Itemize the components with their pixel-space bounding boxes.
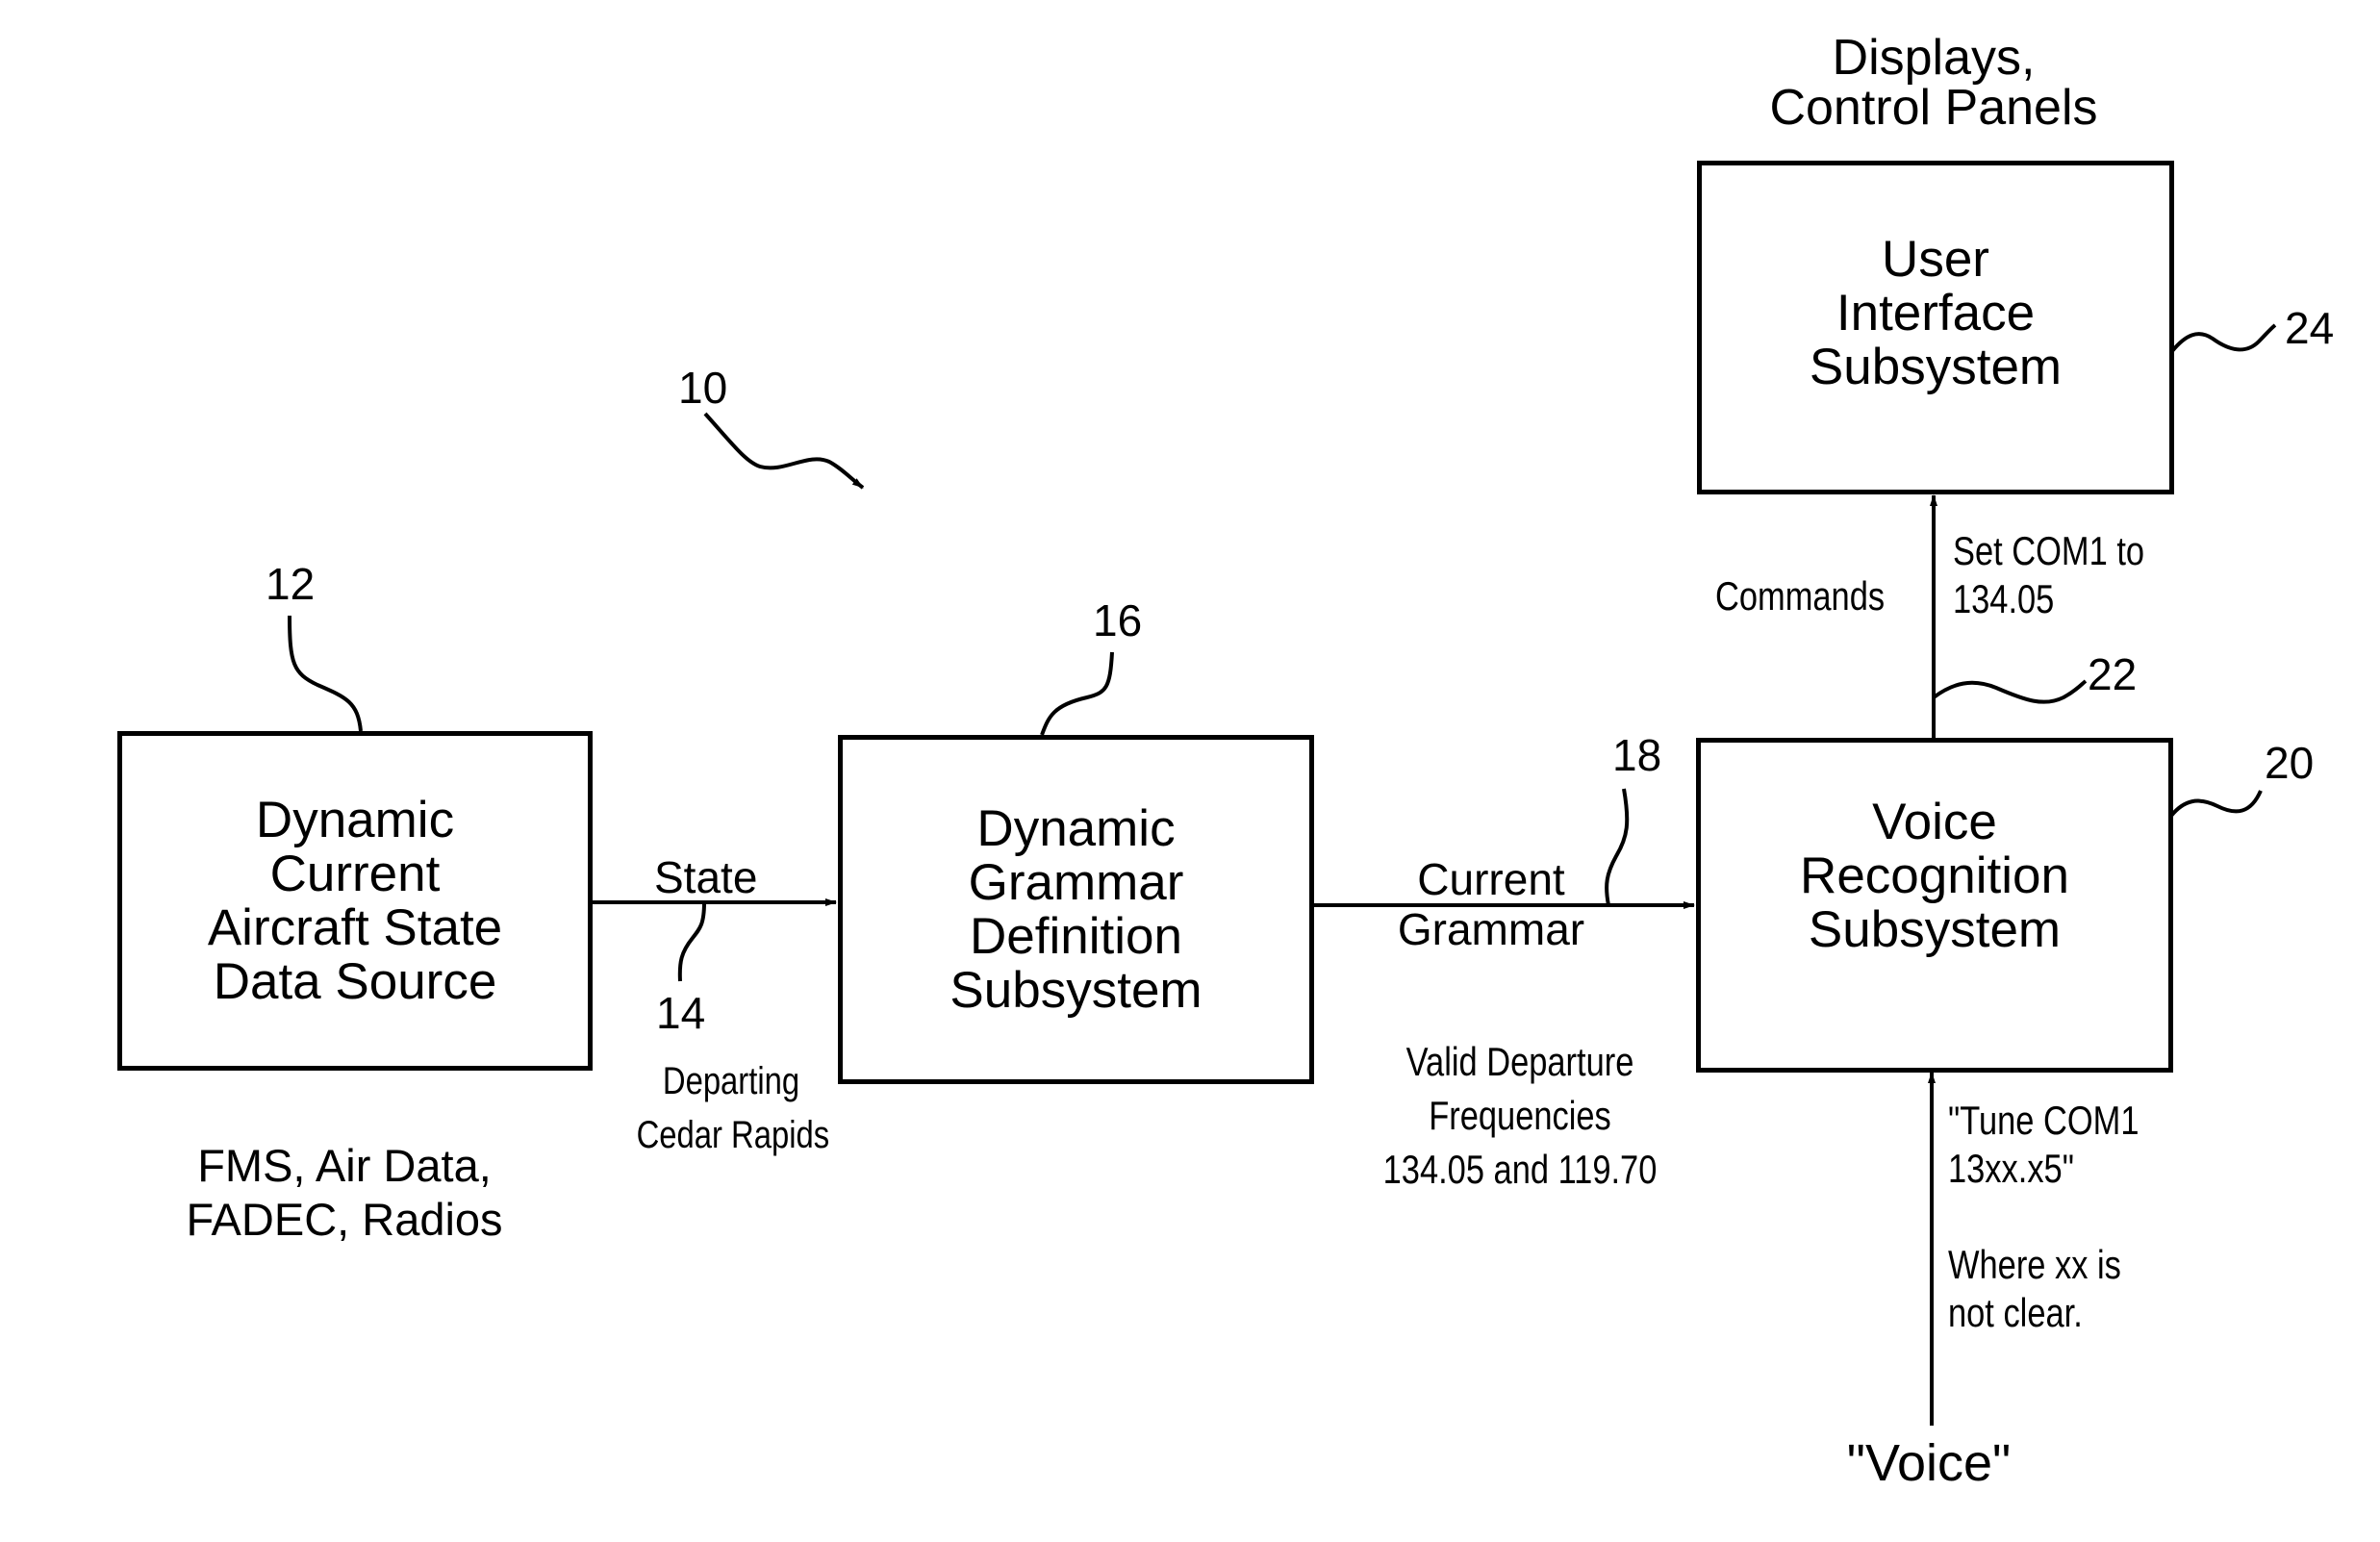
ref-12-leader — [288, 615, 363, 732]
voice-input-note: Where xx is not clear. — [1948, 1241, 2121, 1337]
block-label-line: Subsystem — [1808, 901, 2062, 958]
grammar-link-label: Current Grammar — [1376, 854, 1607, 954]
block-label-line: Dynamic — [255, 791, 455, 848]
system-ref-number: 10 — [678, 363, 728, 413]
state-link-label: State — [654, 852, 758, 902]
ref-16-leader — [1040, 651, 1114, 736]
ui-note-line: Displays, — [1832, 30, 2036, 86]
grammar-definition-block: Dynamic Grammar Definition Subsystem — [838, 735, 1314, 1084]
state-example-line: Departing — [662, 1060, 800, 1102]
commands-example-line: Set COM1 to — [1953, 528, 2145, 573]
grammar-label-line: Grammar — [1397, 904, 1585, 954]
source-note-line: FADEC, Radios — [186, 1194, 503, 1245]
block-label-line: Grammar — [968, 853, 1184, 911]
block-label-line: Interface — [1836, 284, 2036, 341]
block-label-line: Definition — [970, 907, 1182, 965]
block-label-line: Subsystem — [949, 961, 1203, 1019]
voice-note-line: Where xx is — [1948, 1242, 2121, 1287]
ui-note-line: Control Panels — [1769, 80, 2098, 136]
state-link-example: Departing Cedar Rapids — [636, 1054, 830, 1162]
block-label-line: Subsystem — [1809, 338, 2063, 395]
system-ref-leader — [703, 412, 865, 490]
block-label-line: Aircraft State — [207, 898, 503, 956]
user-interface-block-label: User Interface Subsystem — [1809, 230, 2063, 395]
voice-input-label: "Voice" — [1846, 1434, 2012, 1492]
grammar-definition-block-label: Dynamic Grammar Definition Subsystem — [949, 799, 1203, 1019]
voice-input-example: "Tune COM1 13xx.x5" — [1948, 1097, 2139, 1193]
block-label-line: Data Source — [213, 952, 497, 1010]
source-note-line: FMS, Air Data, — [197, 1140, 492, 1191]
grammar-label-line: Current — [1417, 854, 1565, 904]
data-source-block: Dynamic Current Aircraft State Data Sour… — [117, 731, 593, 1071]
grammar-definition-ref-number: 16 — [1093, 595, 1143, 645]
block-label-line: Recognition — [1800, 847, 2069, 904]
voice-note-line: not clear. — [1948, 1290, 2083, 1335]
grammar-example-line: 134.05 and 119.70 — [1382, 1147, 1658, 1192]
data-source-block-label: Dynamic Current Aircraft State Data Sour… — [207, 791, 503, 1010]
ref-18-leader — [1605, 788, 1630, 906]
state-link-ref-number: 14 — [656, 988, 706, 1038]
block-label-line: Dynamic — [976, 799, 1176, 857]
grammar-example-line: Frequencies — [1429, 1093, 1611, 1138]
grammar-example-line: Valid Departure — [1405, 1039, 1634, 1084]
source-note: FMS, Air Data, FADEC, Radios — [162, 1139, 527, 1247]
user-interface-block: User Interface Subsystem — [1697, 161, 2174, 494]
ref-22-leader — [1932, 679, 2088, 704]
voice-recognition-block: Voice Recognition Subsystem — [1696, 738, 2173, 1073]
commands-example-line: 134.05 — [1953, 576, 2055, 621]
grammar-link-ref-number: 18 — [1612, 730, 1662, 780]
grammar-link-example: Valid Departure Frequencies 134.05 and 1… — [1355, 1035, 1685, 1197]
data-source-ref-number: 12 — [266, 559, 316, 609]
commands-link-label: Commands — [1715, 573, 1886, 619]
block-label-line: User — [1882, 230, 1989, 288]
user-interface-ref-number: 24 — [2285, 303, 2335, 353]
voice-recognition-block-label: Voice Recognition Subsystem — [1800, 796, 2069, 957]
ref-20-leader — [2169, 790, 2263, 818]
block-label-line: Current — [269, 845, 441, 902]
voice-example-line: "Tune COM1 — [1948, 1098, 2139, 1143]
voice-example-line: 13xx.x5" — [1948, 1146, 2074, 1191]
ui-note: Displays, Control Panels — [1741, 33, 2126, 133]
commands-link-ref-number: 22 — [2088, 649, 2138, 699]
state-example-line: Cedar Rapids — [636, 1114, 830, 1156]
commands-link-example: Set COM1 to 134.05 — [1953, 527, 2144, 623]
ref-24-leader — [2170, 323, 2277, 353]
block-label-line: Voice — [1872, 794, 1997, 850]
ref-14-leader — [677, 901, 706, 982]
voice-recognition-ref-number: 20 — [2265, 738, 2315, 788]
